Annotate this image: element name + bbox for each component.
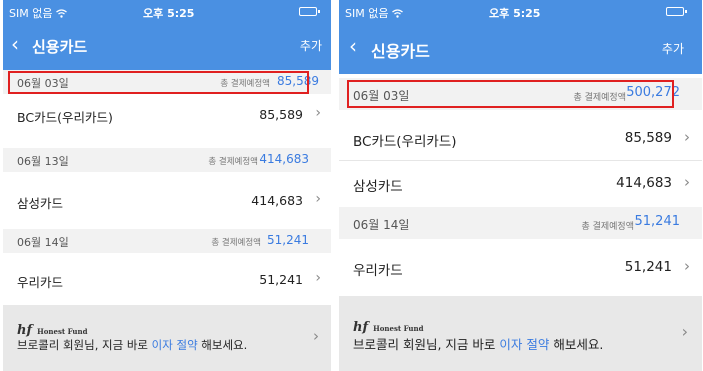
card-name: 우리카드 <box>17 275 64 290</box>
date-section-header: 06월 13일 총 결제예정액 414,683 <box>3 148 331 172</box>
total-label: 총 결제예정액 <box>208 157 258 167</box>
battery-icon <box>299 7 320 16</box>
total-label: 총 결제예정액 <box>211 238 261 248</box>
section-date: 06월 14일 <box>17 236 69 249</box>
right-phone-screen: SIM 없음 오후 5:25 ‹ 신용카드 추가 06월 03일 총 결제예정액… <box>339 0 702 371</box>
honest-fund-logo: hf Honest Fund <box>17 323 88 338</box>
battery-icon <box>666 7 687 16</box>
card-amount: 414,683 <box>616 175 672 191</box>
status-time: 오후 5:25 <box>143 7 195 20</box>
card-row[interactable]: 우리카드 51,241 › <box>3 259 331 299</box>
date-section-header: 06월 14일 총 결제예정액 51,241 <box>339 207 702 239</box>
chevron-right-icon: › <box>313 327 319 345</box>
card-row[interactable]: 삼성카드 414,683 › <box>339 161 702 205</box>
status-bar: SIM 없음 오후 5:25 <box>339 0 702 22</box>
card-name: 삼성카드 <box>17 196 64 211</box>
honest-fund-logo: hf Honest Fund <box>353 320 424 335</box>
highlight-box <box>347 80 674 108</box>
card-row[interactable]: 우리카드 51,241 › <box>339 245 702 289</box>
page-title: 신용카드 <box>371 42 430 61</box>
chevron-right-icon: › <box>315 191 321 207</box>
promo-text: 브로콜리 회원님, 지금 바로 이자 절약 해보세요. <box>17 338 248 352</box>
card-row[interactable]: 삼성카드 414,683 › <box>3 180 331 220</box>
chevron-right-icon: › <box>684 128 690 146</box>
date-section-header: 06월 14일 총 결제예정액 51,241 <box>3 229 331 253</box>
total-label: 총 결제예정액 <box>581 222 634 232</box>
promo-highlight: 이자 절약 <box>151 338 198 352</box>
total-amount: 414,683 <box>259 152 309 166</box>
page-title: 신용카드 <box>32 38 88 56</box>
promo-banner[interactable]: hf Honest Fund 브로콜리 회원님, 지금 바로 이자 절약 해보세… <box>339 296 702 371</box>
add-button[interactable]: 추가 <box>300 37 322 54</box>
card-amount: 51,241 <box>259 272 303 287</box>
card-name: 삼성카드 <box>353 179 403 195</box>
chevron-right-icon: › <box>315 105 321 121</box>
app-header: SIM 없음 오후 5:25 ‹ 신용카드 추가 <box>3 0 331 70</box>
card-name: BC카드(우리카드) <box>17 110 113 125</box>
add-button[interactable]: 추가 <box>662 40 684 57</box>
card-name: 우리카드 <box>353 263 403 279</box>
app-header: SIM 없음 오후 5:25 ‹ 신용카드 추가 <box>339 0 702 74</box>
chevron-right-icon: › <box>315 270 321 286</box>
carrier-label: SIM 없음 <box>345 5 404 21</box>
left-phone-screen: SIM 없음 오후 5:25 ‹ 신용카드 추가 06월 03일 총 결제예정액… <box>3 0 331 371</box>
card-name: BC카드(우리카드) <box>353 134 457 150</box>
section-date: 06월 14일 <box>353 218 410 232</box>
status-time: 오후 5:25 <box>489 7 541 20</box>
back-chevron-icon[interactable]: ‹ <box>11 32 19 56</box>
promo-banner[interactable]: hf Honest Fund 브로콜리 회원님, 지금 바로 이자 절약 해보세… <box>3 305 331 371</box>
status-bar: SIM 없음 오후 5:25 <box>3 0 331 22</box>
promo-text: 브로콜리 회원님, 지금 바로 이자 절약 해보세요. <box>353 337 604 352</box>
card-row[interactable]: BC카드(우리카드) 85,589 › <box>3 94 331 134</box>
back-chevron-icon[interactable]: ‹ <box>349 34 357 58</box>
card-amount: 85,589 <box>259 107 303 122</box>
section-date: 06월 13일 <box>17 155 69 168</box>
chevron-right-icon: › <box>681 322 688 341</box>
total-amount: 51,241 <box>267 233 309 247</box>
card-amount: 51,241 <box>624 259 672 275</box>
card-amount: 414,683 <box>251 193 303 208</box>
chevron-right-icon: › <box>684 173 690 191</box>
wifi-icon <box>392 8 404 21</box>
card-row[interactable]: BC카드(우리카드) 85,589 › <box>339 116 702 160</box>
total-amount: 51,241 <box>634 214 681 229</box>
highlight-box <box>8 71 309 94</box>
card-amount: 85,589 <box>624 130 672 146</box>
chevron-right-icon: › <box>684 257 690 275</box>
promo-highlight: 이자 절약 <box>499 337 550 352</box>
wifi-icon <box>56 8 68 21</box>
carrier-label: SIM 없음 <box>9 5 68 21</box>
